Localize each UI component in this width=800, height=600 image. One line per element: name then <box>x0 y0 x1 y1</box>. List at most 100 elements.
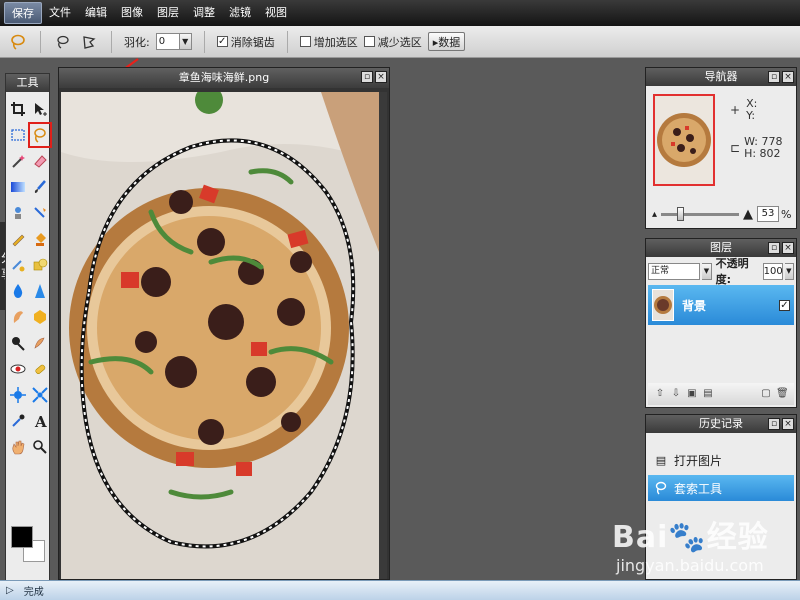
bucket-tool-icon[interactable] <box>30 228 50 250</box>
add-selection-checkbox[interactable]: 增加选区 <box>299 34 358 50</box>
play-icon[interactable]: ▷ <box>6 585 14 596</box>
menu-layer[interactable]: 图层 <box>150 2 186 24</box>
dodge-tool-icon[interactable] <box>8 332 28 354</box>
layer-item-background[interactable]: 背景 ✓ <box>648 285 794 325</box>
chevron-down-icon[interactable]: ▼ <box>179 33 192 50</box>
document-scrollbar[interactable] <box>379 92 387 579</box>
zoom-control: ▴ ▲ 53 % <box>652 204 792 224</box>
history-item-open[interactable]: ▤ 打开图片 <box>648 447 794 473</box>
crosshair-icon: + <box>730 103 741 117</box>
subtract-selection-label: 减少选区 <box>377 35 422 49</box>
zoom-slider[interactable] <box>661 206 740 221</box>
subtract-selection-checkbox[interactable]: 减少选区 <box>363 34 422 50</box>
maximize-icon[interactable]: ▫ <box>768 242 780 254</box>
refine-button[interactable]: ▸数据 <box>427 32 466 51</box>
document-icon: ▤ <box>655 453 667 467</box>
navigator-title-bar[interactable]: 导航器 ▫ × <box>646 68 796 86</box>
menu-save[interactable]: 保存 <box>4 2 42 24</box>
zoom-value[interactable]: 53 <box>757 206 780 222</box>
layer-name: 背景 <box>682 298 707 313</box>
blur-tool-icon[interactable] <box>8 280 28 302</box>
tools-panel: 工具 A <box>5 73 52 583</box>
history-title-bar[interactable]: 历史记录 ▫ × <box>646 415 796 433</box>
bloat-tool-icon[interactable] <box>8 384 28 406</box>
checkbox-icon[interactable] <box>363 36 375 47</box>
tools-panel-title: 工具 <box>6 74 49 92</box>
foreground-color-swatch[interactable] <box>11 526 33 548</box>
navigator-title: 导航器 <box>704 70 738 83</box>
image-canvas[interactable] <box>61 92 379 579</box>
eraser-tool-icon[interactable] <box>30 150 50 172</box>
polygon-lasso-icon[interactable] <box>79 32 99 52</box>
close-icon[interactable]: × <box>782 71 794 83</box>
menu-file[interactable]: 文件 <box>42 2 78 24</box>
trash-icon[interactable]: 🗑 <box>776 388 789 400</box>
feather-select[interactable]: 0 ▼ <box>155 33 192 50</box>
new-layer-icon[interactable]: ▢ <box>760 388 772 400</box>
opacity-value[interactable]: 100 <box>762 262 783 280</box>
gradient-tool-icon[interactable] <box>8 176 28 198</box>
close-icon[interactable]: × <box>782 418 794 430</box>
hand-tool-icon[interactable] <box>8 436 28 458</box>
history-item-lasso[interactable]: 套索工具 <box>648 475 794 501</box>
navigator-thumbnail[interactable] <box>653 94 715 186</box>
marquee-tool-icon[interactable] <box>8 124 28 146</box>
menu-adjust[interactable]: 调整 <box>186 2 222 24</box>
tool-grid: A <box>6 92 52 458</box>
layer-thumbnail <box>652 289 674 321</box>
color-picker-icon[interactable] <box>8 410 28 432</box>
blend-mode-select[interactable]: 正常 <box>648 262 701 280</box>
feather-value[interactable]: 0 <box>155 33 180 50</box>
chevron-down-icon[interactable]: ▼ <box>784 262 794 280</box>
pinch-tool-icon[interactable] <box>30 384 50 406</box>
zoom-in-icon[interactable]: ▲ <box>743 207 753 222</box>
move-up-icon[interactable]: ⇧ <box>654 388 666 400</box>
maximize-icon[interactable]: ▫ <box>361 71 373 83</box>
close-icon[interactable]: × <box>375 71 387 83</box>
text-tool-icon[interactable]: A <box>30 410 50 432</box>
stamp-tool-icon[interactable] <box>30 202 50 224</box>
chevron-down-icon[interactable]: ▼ <box>702 262 712 280</box>
menu-view[interactable]: 视图 <box>258 2 294 24</box>
sponge-tool-icon[interactable] <box>30 306 50 328</box>
status-bar: ▷ 完成 <box>0 580 800 600</box>
lasso-tool-icon[interactable] <box>28 122 52 148</box>
smudge-tool-icon[interactable] <box>8 306 28 328</box>
layer-style-icon[interactable]: ▣ <box>686 388 698 400</box>
spot-heal-icon[interactable] <box>30 358 50 380</box>
window-controls: ▫ × <box>768 418 794 430</box>
zoom-slider-handle[interactable] <box>677 206 685 221</box>
lasso-icon[interactable] <box>8 32 28 52</box>
brush-tool-icon[interactable] <box>30 176 50 198</box>
burn-tool-icon[interactable] <box>30 332 50 354</box>
crop-tool-icon[interactable] <box>8 98 28 120</box>
magic-wand-icon[interactable] <box>8 150 28 172</box>
pencil-tool-icon[interactable] <box>8 228 28 250</box>
color-replace-icon[interactable] <box>8 254 28 276</box>
menu-edit[interactable]: 编辑 <box>78 2 114 24</box>
sharpen-tool-icon[interactable] <box>30 280 50 302</box>
layer-visibility-checkbox[interactable]: ✓ <box>779 299 790 311</box>
maximize-icon[interactable]: ▫ <box>768 71 780 83</box>
move-down-icon[interactable]: ⇩ <box>670 388 682 400</box>
antialias-checkbox[interactable]: ✓ 消除锯齿 <box>216 34 275 50</box>
options-bar: 羽化: 0 ▼ ✓ 消除锯齿 增加选区 减少选区 ▸数据 <box>0 26 800 58</box>
red-eye-tool-icon[interactable] <box>8 358 28 380</box>
checkbox-icon[interactable] <box>299 36 311 47</box>
layer-properties-icon[interactable]: ▤ <box>702 388 714 400</box>
status-text: 完成 <box>23 587 44 598</box>
move-tool-icon[interactable] <box>30 98 50 120</box>
maximize-icon[interactable]: ▫ <box>768 418 780 430</box>
zoom-out-icon[interactable]: ▴ <box>652 209 657 220</box>
lasso-mode-icon[interactable] <box>53 32 73 52</box>
checkbox-checked-icon[interactable]: ✓ <box>216 36 228 47</box>
document-title: 章鱼海味海鲜.png <box>178 71 270 84</box>
shape-tool-icon[interactable] <box>30 254 50 276</box>
menu-image[interactable]: 图像 <box>114 2 150 24</box>
document-title-bar[interactable]: 章鱼海味海鲜.png ▫ × <box>59 68 389 88</box>
svg-text:A: A <box>34 413 47 429</box>
menu-filter[interactable]: 滤镜 <box>222 2 258 24</box>
close-icon[interactable]: × <box>782 242 794 254</box>
zoom-tool-icon[interactable] <box>30 436 50 458</box>
clone-tool-icon[interactable] <box>8 202 28 224</box>
